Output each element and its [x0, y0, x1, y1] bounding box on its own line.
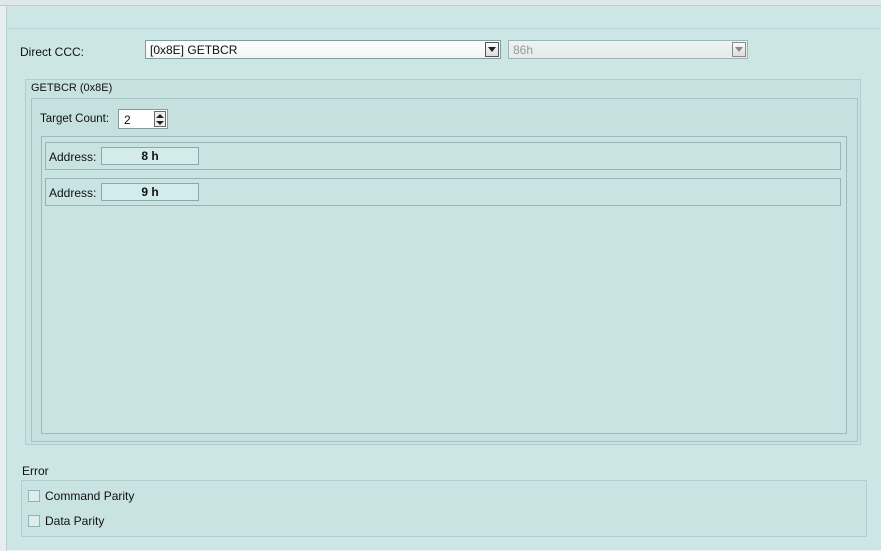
data-parity-checkbox[interactable] — [28, 515, 40, 527]
address-label: Address: — [49, 150, 97, 164]
direct-ccc-label: Direct CCC: — [20, 45, 85, 59]
target-count-value: 2 — [124, 113, 131, 127]
getbcr-group-title: GETBCR (0x8E) — [31, 82, 113, 94]
address-row-1: Address: 8 h — [45, 142, 841, 170]
chevron-down-icon[interactable] — [732, 42, 746, 57]
panel-divider — [7, 28, 880, 29]
chevron-down-icon[interactable] — [485, 42, 499, 57]
stepper-buttons[interactable] — [154, 111, 166, 127]
address-field-1[interactable]: 8 h — [101, 147, 199, 165]
address-label: Address: — [49, 186, 97, 200]
spin-down-icon[interactable] — [156, 121, 164, 125]
address-field-2[interactable]: 9 h — [101, 183, 199, 201]
target-count-stepper[interactable]: 2 — [118, 109, 168, 129]
error-group — [21, 480, 867, 537]
data-parity-label: Data Parity — [45, 514, 105, 528]
spin-up-icon[interactable] — [156, 114, 164, 118]
ccc-code-value: 86h — [513, 43, 534, 57]
ccc-code-select[interactable]: 86h — [508, 40, 748, 59]
command-parity-checkbox[interactable] — [28, 490, 40, 502]
error-group-title: Error — [22, 464, 49, 478]
direct-ccc-selected-value: [0x8E] GETBCR — [150, 43, 238, 57]
address-row-2: Address: 9 h — [45, 178, 841, 206]
direct-ccc-select[interactable]: [0x8E] GETBCR — [145, 40, 501, 59]
command-parity-label: Command Parity — [45, 489, 135, 503]
target-count-label: Target Count: — [40, 113, 110, 125]
